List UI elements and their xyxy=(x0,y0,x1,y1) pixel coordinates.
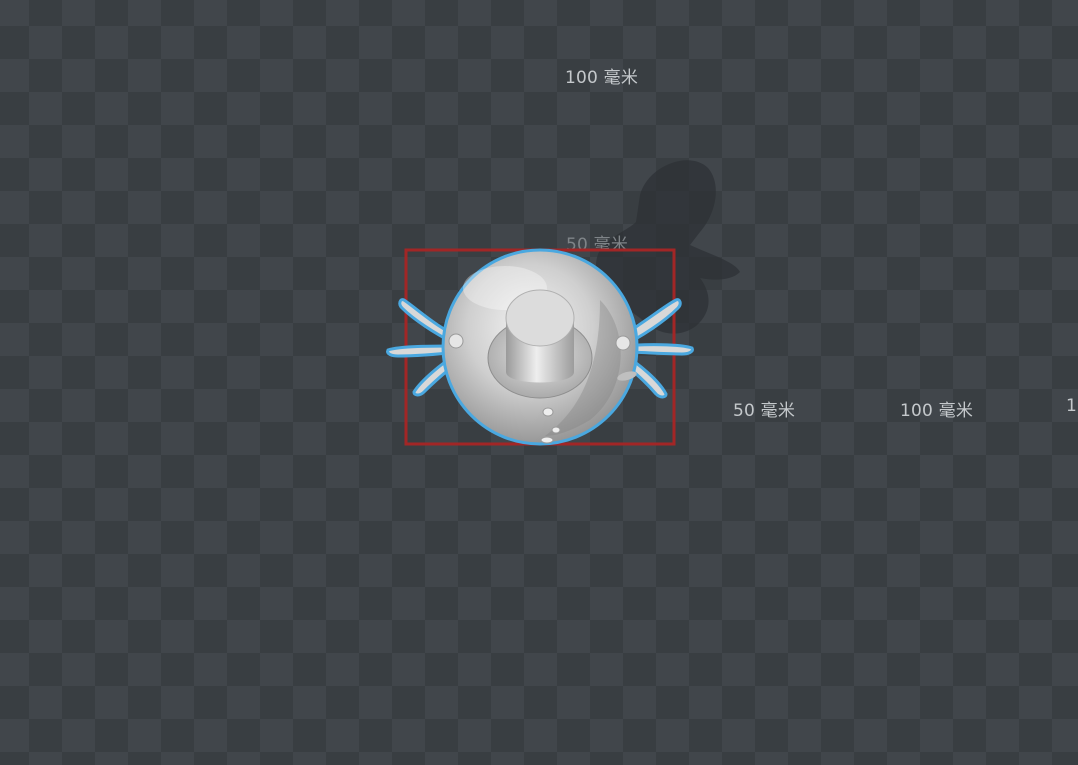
hat-top xyxy=(505,289,575,347)
snowman-model[interactable] xyxy=(386,248,694,446)
left-hand-joint xyxy=(448,333,464,349)
3d-viewport[interactable]: 100 毫米 50 毫米 50 毫米 100 毫米 1 xyxy=(0,0,1078,765)
right-hand-joint xyxy=(615,335,631,351)
model-layer xyxy=(386,248,694,446)
